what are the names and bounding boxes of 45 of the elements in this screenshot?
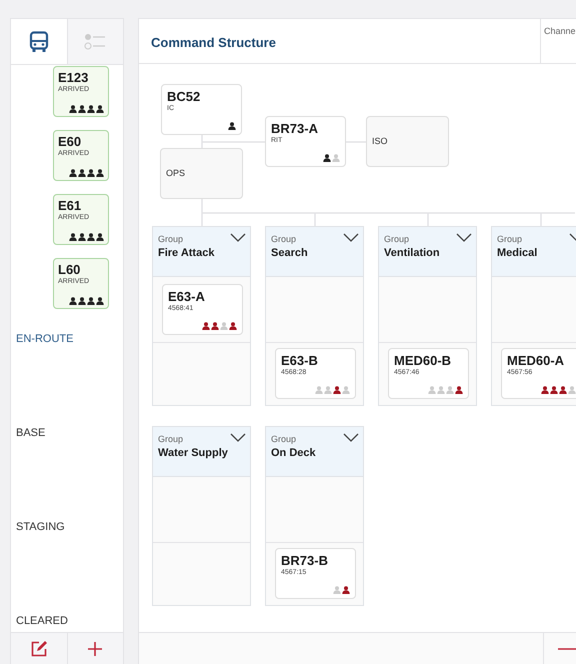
- group-caption: Group: [158, 233, 184, 245]
- edit-icon: [30, 640, 48, 658]
- add-icon: [87, 640, 104, 656]
- chevron-icon[interactable]: [456, 233, 472, 242]
- unit-name: L60: [58, 262, 82, 277]
- section-label[interactable]: BASE: [16, 427, 46, 439]
- chevron-icon[interactable]: [230, 233, 246, 242]
- checklist-icon: [84, 32, 106, 50]
- group-caption: Group: [497, 233, 522, 245]
- group-name: Water Supply: [158, 446, 228, 461]
- group-name: Fire Attack: [158, 246, 214, 261]
- section-label[interactable]: STAGING: [16, 521, 65, 533]
- unit-name: MED60-B: [394, 353, 452, 368]
- add-button[interactable]: [66, 633, 123, 664]
- section-label[interactable]: CLEARED: [16, 615, 68, 627]
- unit-name: E61: [58, 198, 82, 213]
- remove-icon: [558, 646, 576, 650]
- group-caption: Group: [158, 433, 184, 445]
- unit-name: BR73-A: [271, 121, 319, 136]
- group-caption: Group: [271, 433, 296, 445]
- edit-button[interactable]: [11, 633, 66, 664]
- chevron-icon[interactable]: [343, 433, 359, 442]
- group-name: Ventilation: [384, 246, 440, 261]
- group-name: Search: [271, 246, 308, 261]
- unit-name: BC52: [167, 89, 202, 104]
- unit-name: BR73-B: [281, 553, 329, 568]
- position-box[interactable]: ISO: [366, 116, 449, 167]
- position-label: ISO: [372, 134, 389, 148]
- panel-title: Command Structure: [151, 35, 276, 50]
- chevron-icon[interactable]: [230, 433, 246, 442]
- group-caption: Group: [384, 233, 410, 245]
- position-label: OPS: [166, 166, 186, 180]
- channel-header: Channe: [544, 26, 576, 36]
- bus-icon: [28, 30, 49, 52]
- unit-name: MED60-A: [507, 353, 566, 368]
- unit-name: E60: [58, 134, 82, 149]
- group-name: Medical: [497, 246, 538, 261]
- section-label[interactable]: EN-ROUTE: [16, 333, 74, 345]
- group-name: On Deck: [271, 446, 316, 461]
- unit-name: E63-B: [281, 353, 319, 368]
- group-caption: Group: [271, 233, 296, 245]
- chevron-icon[interactable]: [343, 233, 359, 242]
- unit-name: E63-A: [168, 288, 206, 304]
- position-box[interactable]: OPS: [160, 148, 243, 199]
- unit-name: E123: [58, 70, 90, 85]
